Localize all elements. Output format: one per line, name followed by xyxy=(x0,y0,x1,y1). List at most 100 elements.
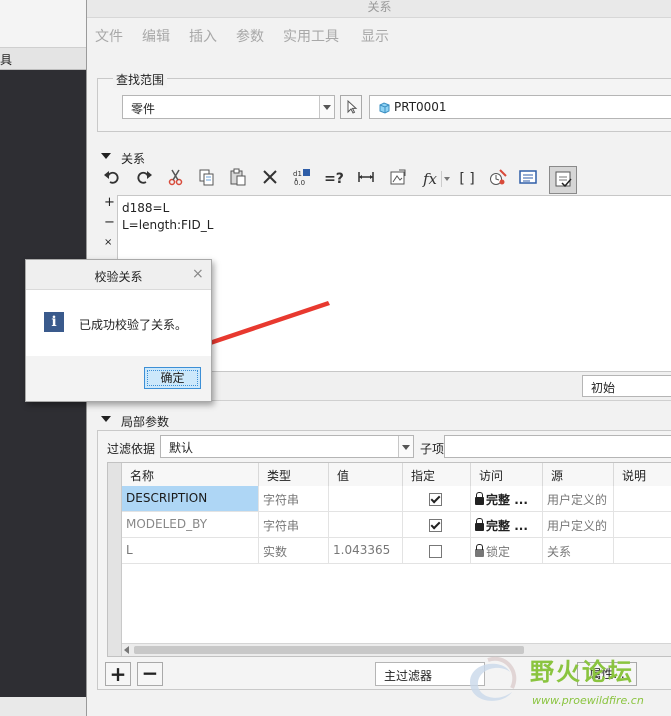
verify-dialog-body: i 已成功校验了关系。 xyxy=(26,290,211,356)
table-row[interactable]: MODELED_BY 字符串 完整 ... 用户定义的 xyxy=(122,512,671,538)
relations-section-header[interactable]: 关系 xyxy=(101,150,181,166)
part-icon xyxy=(379,102,390,114)
column-header-source[interactable]: 源 xyxy=(543,463,614,486)
search-scope-label: 查找范围 xyxy=(113,71,168,88)
param-designated-cell xyxy=(403,486,471,512)
chevron-down-icon xyxy=(398,436,413,457)
brackets-icon[interactable]: [ ] xyxy=(456,168,478,190)
column-header-designated[interactable]: 指定 xyxy=(403,463,471,486)
svg-text:d1: d1 xyxy=(293,170,302,178)
info-icon: i xyxy=(44,312,64,332)
verify-dialog-titlebar: 校验关系 × xyxy=(26,260,211,290)
column-header-name[interactable]: 名称 xyxy=(122,463,259,486)
arrow-cursor-icon xyxy=(347,99,358,114)
add-line-button[interactable]: + xyxy=(104,195,115,210)
units-icon[interactable]: d1 0.0 xyxy=(291,168,313,190)
verify-message: 已成功校验了关系。 xyxy=(79,318,188,332)
param-access[interactable]: 完整 ... xyxy=(471,486,543,512)
add-parameter-button[interactable]: + xyxy=(105,662,131,686)
measure-icon[interactable] xyxy=(355,168,377,190)
relations-toolbar: d1 0.0 =? fx [ ] xyxy=(101,166,671,194)
verify-dialog-title: 校验关系 xyxy=(94,270,143,284)
lock-icon xyxy=(475,491,484,505)
param-access[interactable]: 锁定 xyxy=(471,538,543,564)
menu-bar: 文件 编辑 插入 参数 实用工具 显示 xyxy=(87,26,671,50)
function-dropdown[interactable] xyxy=(441,171,451,187)
search-scope-group: 零件 PRT0001 xyxy=(97,78,671,132)
row-header-column xyxy=(108,463,122,656)
verify-relations-dialog: 校验关系 × i 已成功校验了关系。 确定 xyxy=(25,259,212,402)
copy-icon[interactable] xyxy=(195,168,217,190)
close-icon[interactable]: × xyxy=(192,266,204,282)
scope-type-select[interactable]: 零件 xyxy=(122,95,335,119)
param-description[interactable] xyxy=(614,486,671,512)
scope-object-field[interactable]: PRT0001 xyxy=(369,95,671,119)
collapse-triangle-icon xyxy=(101,153,111,159)
function-icon[interactable]: fx xyxy=(419,168,441,190)
sort-icon[interactable] xyxy=(517,168,539,190)
background-app-statusbar xyxy=(0,697,86,716)
insert-parameter-icon[interactable] xyxy=(387,168,409,190)
watermark: 野火论坛 www.proewildfire.cn xyxy=(462,650,671,716)
column-header-access[interactable]: 访问 xyxy=(471,463,543,486)
designated-checkbox[interactable] xyxy=(429,545,442,558)
param-source: 关系 xyxy=(543,538,614,564)
param-source: 用户定义的 xyxy=(543,512,614,538)
paste-icon[interactable] xyxy=(227,168,249,190)
filter-select[interactable]: 默认 xyxy=(160,435,414,458)
params-table: 名称 类型 值 指定 访问 源 说明 DESCRIPTION 字符串 完整 ..… xyxy=(107,462,671,657)
sort-order-select[interactable]: 初始 xyxy=(582,375,671,397)
evaluate-icon[interactable]: =? xyxy=(323,168,345,190)
filter-label: 过滤依据 xyxy=(107,442,156,456)
clear-line-button[interactable]: × xyxy=(104,237,112,248)
local-params-section-header[interactable]: 局部参数 xyxy=(101,413,221,429)
param-designated-cell xyxy=(403,538,471,564)
watermark-title: 野火论坛 xyxy=(530,658,634,686)
param-description[interactable] xyxy=(614,538,671,564)
param-description[interactable] xyxy=(614,512,671,538)
cut-icon[interactable] xyxy=(165,168,187,190)
param-value[interactable]: 1.043365 xyxy=(329,538,403,564)
menu-insert[interactable]: 插入 xyxy=(189,26,217,46)
redo-icon[interactable] xyxy=(133,168,155,190)
scroll-left-icon[interactable] xyxy=(124,646,129,654)
param-type: 字符串 xyxy=(259,512,329,538)
param-value[interactable] xyxy=(329,512,403,538)
remove-line-button[interactable]: − xyxy=(104,215,115,230)
chevron-down-icon xyxy=(319,96,334,118)
table-header-row: 名称 类型 值 指定 访问 源 说明 xyxy=(122,463,671,486)
column-header-description[interactable]: 说明 xyxy=(614,463,671,486)
ok-button[interactable]: 确定 xyxy=(144,367,201,389)
undo-icon[interactable] xyxy=(101,168,123,190)
param-value[interactable] xyxy=(329,486,403,512)
param-name[interactable]: DESCRIPTION xyxy=(122,486,259,512)
menu-parameters[interactable]: 参数 xyxy=(236,26,264,46)
relation-line: d188=L xyxy=(122,201,170,215)
designated-checkbox[interactable] xyxy=(429,519,442,532)
chevron-down-icon xyxy=(444,177,450,181)
column-header-value[interactable]: 值 xyxy=(329,463,403,486)
watermark-logo-icon xyxy=(470,656,517,701)
table-row[interactable]: L 实数 1.043365 锁定 关系 xyxy=(122,538,671,564)
subitem-field[interactable] xyxy=(444,435,671,458)
param-name[interactable]: MODELED_BY xyxy=(122,512,259,538)
remove-parameter-button[interactable]: − xyxy=(137,662,163,686)
verify-icon[interactable] xyxy=(487,168,509,190)
delete-icon[interactable] xyxy=(259,168,281,190)
subitem-label: 子项 xyxy=(420,442,445,456)
select-object-button[interactable] xyxy=(340,95,362,119)
param-source: 用户定义的 xyxy=(543,486,614,512)
menu-display[interactable]: 显示 xyxy=(361,26,389,46)
background-app-tab[interactable]: 具 xyxy=(0,48,86,70)
designated-checkbox[interactable] xyxy=(429,493,442,506)
menu-utilities[interactable]: 实用工具 xyxy=(283,26,339,46)
param-type: 实数 xyxy=(259,538,329,564)
lock-icon xyxy=(475,543,484,557)
check-icon[interactable] xyxy=(549,166,577,194)
menu-file[interactable]: 文件 xyxy=(95,26,123,46)
param-name[interactable]: L xyxy=(122,538,259,564)
table-row[interactable]: DESCRIPTION 字符串 完整 ... 用户定义的 xyxy=(122,486,671,512)
column-header-type[interactable]: 类型 xyxy=(259,463,329,486)
menu-edit[interactable]: 编辑 xyxy=(142,26,170,46)
param-access[interactable]: 完整 ... xyxy=(471,512,543,538)
